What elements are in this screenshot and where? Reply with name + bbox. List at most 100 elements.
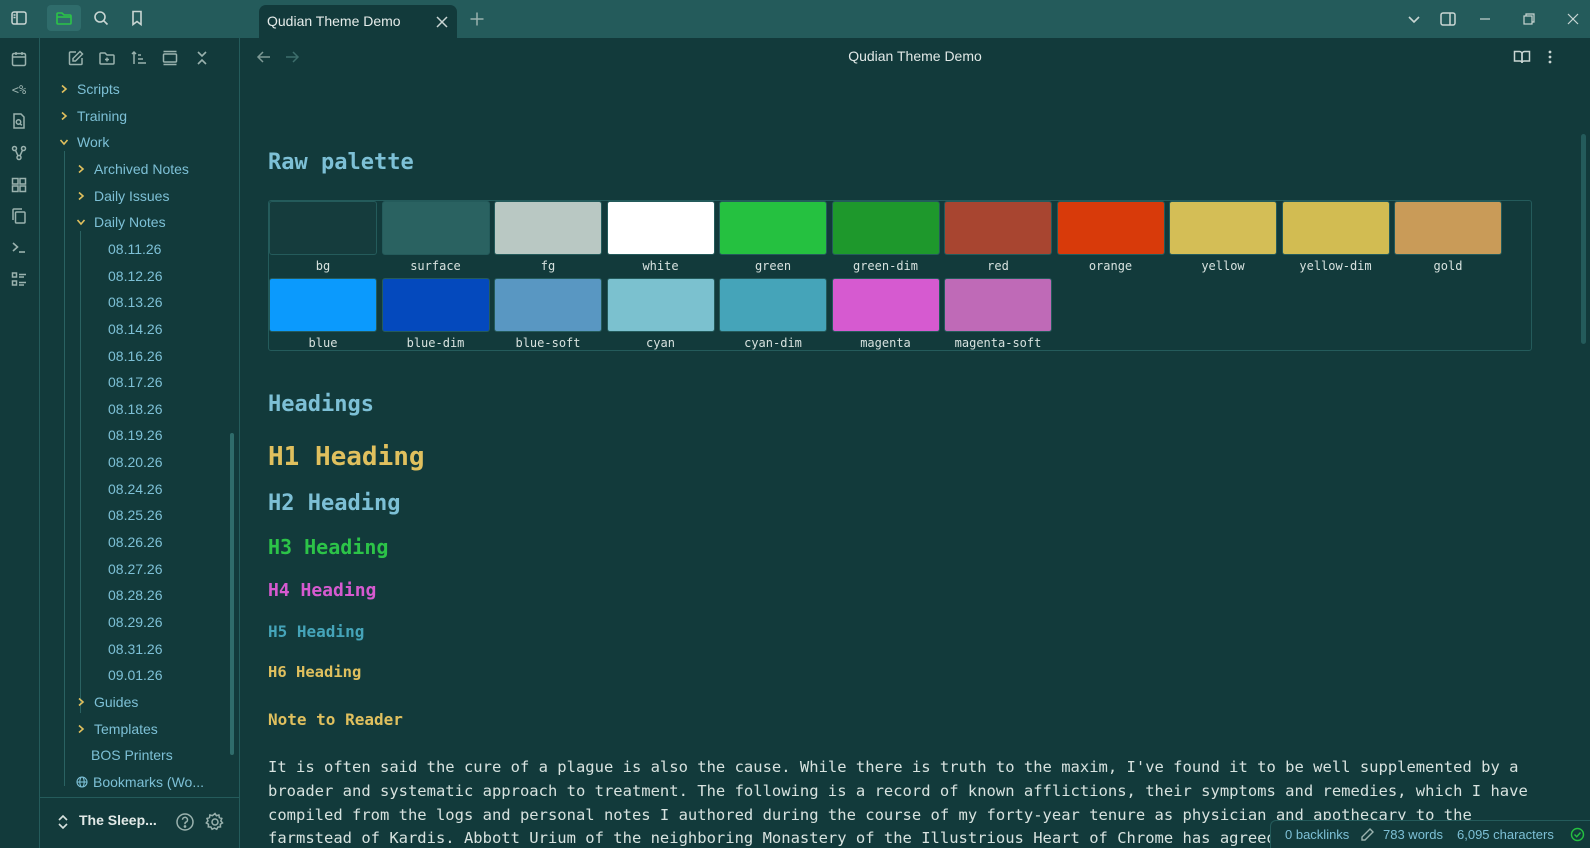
editor-pane: Qudian Theme Demo Raw palette bg surface f… xyxy=(240,38,1590,848)
tree-item-label: 08.14.26 xyxy=(108,320,163,337)
tree-item-label: 08.12.26 xyxy=(108,267,163,284)
palette-grid: bg surface fg white green green-dim red orange y… xyxy=(268,200,1532,351)
sort-button[interactable] xyxy=(128,47,150,69)
pencil-icon[interactable] xyxy=(1360,827,1375,842)
tree-item-label: 08.25.26 xyxy=(108,507,163,524)
file-item[interactable]: 08.17.26 xyxy=(108,370,163,394)
folder-item[interactable]: Daily Issues xyxy=(74,184,169,208)
swatch-label: blue xyxy=(308,336,338,350)
swatch-chip xyxy=(1394,201,1502,255)
book-open-icon[interactable] xyxy=(1512,47,1532,67)
chevron-right-icon[interactable] xyxy=(57,82,71,96)
more-vertical-icon[interactable] xyxy=(1540,47,1560,67)
swatch-label: bg xyxy=(315,259,331,273)
file-item[interactable]: 08.14.26 xyxy=(108,317,163,341)
restore-button[interactable] xyxy=(1518,8,1540,30)
folder-item[interactable]: Scripts xyxy=(57,77,120,101)
file-item[interactable]: 08.28.26 xyxy=(108,583,163,607)
chevron-up-down-icon[interactable] xyxy=(56,813,70,831)
chevron-down-icon[interactable] xyxy=(57,135,71,149)
swatch-chip xyxy=(1056,201,1165,255)
swatch-label: white xyxy=(642,259,679,273)
swatch-chip xyxy=(494,278,602,332)
tree-item-label: Guides xyxy=(94,693,139,710)
folder-item[interactable]: Templates xyxy=(74,717,158,741)
folder-item[interactable]: Guides xyxy=(74,690,138,714)
window-close-button[interactable] xyxy=(1562,8,1584,30)
folder-item[interactable]: Daily Notes xyxy=(74,210,166,234)
tab-close-button[interactable] xyxy=(433,13,451,31)
file-item[interactable]: 08.26.26 xyxy=(108,530,163,554)
folder-item[interactable]: Work xyxy=(57,130,109,154)
swatch-chip xyxy=(381,278,490,332)
file-item[interactable]: 08.29.26 xyxy=(108,610,163,634)
daily-note-button[interactable] xyxy=(8,48,30,70)
file-item[interactable]: 08.19.26 xyxy=(108,423,163,447)
sidebar-scrollbar[interactable] xyxy=(230,433,234,755)
swatch-chip xyxy=(944,201,1052,255)
file-item[interactable]: 08.31.26 xyxy=(108,637,163,661)
file-item[interactable]: 08.13.26 xyxy=(108,290,163,314)
help-icon[interactable] xyxy=(174,811,196,833)
tab-list-button[interactable] xyxy=(1403,8,1425,30)
bookmark-item[interactable]: Bookmarks (Wo... xyxy=(76,770,204,794)
tab-qudian-theme-demo[interactable]: Qudian Theme Demo xyxy=(259,5,457,38)
gear-icon[interactable] xyxy=(204,811,226,833)
file-item[interactable]: 08.16.26 xyxy=(108,344,163,368)
chevron-right-icon[interactable] xyxy=(57,109,71,123)
file-item[interactable]: 08.25.26 xyxy=(108,503,163,527)
sidebar-toggle-button[interactable] xyxy=(2,5,36,31)
search-button[interactable] xyxy=(84,5,118,31)
swatch-label: green-dim xyxy=(852,259,919,273)
file-item[interactable]: 08.20.26 xyxy=(108,450,163,474)
bookmarks-button[interactable] xyxy=(120,5,154,31)
new-note-button[interactable] xyxy=(65,47,87,69)
terminal-button[interactable] xyxy=(8,236,30,258)
templater-button[interactable]: <% xyxy=(8,79,30,101)
swatch-chip xyxy=(719,278,827,332)
file-item[interactable]: 08.12.26 xyxy=(108,264,163,288)
view-title[interactable]: Qudian Theme Demo xyxy=(240,48,1590,64)
copy-icon xyxy=(12,208,26,224)
minimize-button[interactable] xyxy=(1474,8,1496,30)
collapse-all-button[interactable] xyxy=(191,47,213,69)
swatch-label: cyan-dim xyxy=(744,336,802,350)
backlinks-count[interactable]: 0 backlinks xyxy=(1285,827,1349,842)
graph-view-button[interactable] xyxy=(8,142,30,164)
swatch-label: surface xyxy=(410,259,461,273)
new-folder-button[interactable] xyxy=(96,47,118,69)
chevron-right-icon[interactable] xyxy=(74,162,88,176)
editor-scrollbar[interactable] xyxy=(1581,134,1586,344)
sync-check-icon[interactable] xyxy=(1570,827,1585,842)
file-item[interactable]: 08.11.26 xyxy=(108,237,161,261)
search-icon xyxy=(94,11,109,26)
file-item[interactable]: 08.27.26 xyxy=(108,557,163,581)
chevron-right-icon[interactable] xyxy=(74,722,88,736)
swatch-magenta: magenta xyxy=(831,278,940,350)
file-item[interactable]: 08.18.26 xyxy=(108,397,163,421)
search-note-button[interactable] xyxy=(8,110,30,132)
tree-item-label: Templates xyxy=(94,720,158,737)
outline-button[interactable] xyxy=(8,268,30,290)
chevron-right-icon[interactable] xyxy=(74,695,88,709)
chevron-right-icon[interactable] xyxy=(74,189,88,203)
swatch-chip xyxy=(1169,201,1277,255)
folder-item[interactable]: Archived Notes xyxy=(74,157,189,181)
canvas-button[interactable] xyxy=(8,174,30,196)
heading-h2: H2 Heading xyxy=(268,491,401,516)
right-sidebar-toggle-button[interactable] xyxy=(1437,8,1459,30)
auto-reveal-button[interactable] xyxy=(159,47,181,69)
new-tab-button[interactable] xyxy=(467,9,487,29)
file-item[interactable]: 09.01.26 xyxy=(108,663,163,687)
folder-item[interactable]: Training xyxy=(57,104,127,128)
vault-name[interactable]: The Sleep... xyxy=(79,812,157,828)
swatch-label: gold xyxy=(1433,259,1463,273)
copy-button[interactable] xyxy=(8,205,30,227)
file-item[interactable]: BOS Printers xyxy=(91,743,173,767)
character-count: 6,095 characters xyxy=(1457,827,1554,842)
file-explorer-button[interactable] xyxy=(47,5,81,31)
chevron-down-icon[interactable] xyxy=(74,215,88,229)
swatch-yellow: yellow xyxy=(1169,201,1277,273)
ribbon: <% xyxy=(0,38,40,848)
file-item[interactable]: 08.24.26 xyxy=(108,477,163,501)
